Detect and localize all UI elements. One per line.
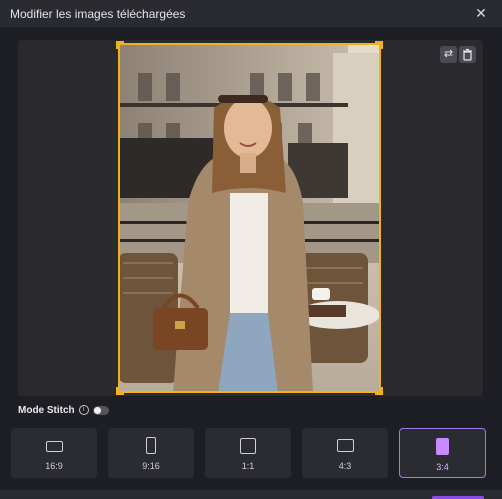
title-bar: Modifier les images téléchargées ✕ [0,0,502,28]
stitch-mode-label: Mode Stitch [18,404,75,416]
ratio-label: 9:16 [142,461,160,471]
crop-handle-top-right[interactable] [375,41,383,49]
ratio-label: 3:4 [436,462,449,472]
trash-icon[interactable] [459,46,476,63]
ratio-4-3-icon [337,439,354,452]
crop-frame[interactable] [118,43,381,393]
ratio-3-4-icon [436,438,449,455]
info-icon[interactable]: i [78,405,89,415]
swap-icon[interactable]: ⇄ [440,46,457,63]
ratio-label: 16:9 [45,461,63,471]
ratio-square-icon [240,438,256,454]
crop-handle-bottom-left[interactable] [116,387,124,395]
stitch-mode-row: Mode Stitch i [18,403,109,417]
ratio-label: 1:1 [241,461,255,471]
ratio-9-16-button[interactable]: 9:16 [108,428,194,478]
ratio-16-9-button[interactable]: 16:9 [11,428,97,478]
footer-bar [0,490,502,499]
ratio-landscape-icon [46,441,63,452]
ratio-4-3-button[interactable]: 4:3 [302,428,388,478]
close-icon[interactable]: ✕ [473,4,489,22]
crop-handle-top-left[interactable] [116,41,124,49]
ratio-label: 4:3 [338,461,352,471]
ratio-portrait-icon [146,437,156,454]
crop-handle-bottom-right[interactable] [375,387,383,395]
dialog-title: Modifier les images téléchargées [10,7,186,21]
trash-glyph [463,48,472,61]
stitch-mode-toggle[interactable] [92,405,109,415]
ratio-3-4-button[interactable]: 3:4 [399,428,486,478]
ratio-1-1-button[interactable]: 1:1 [205,428,291,478]
